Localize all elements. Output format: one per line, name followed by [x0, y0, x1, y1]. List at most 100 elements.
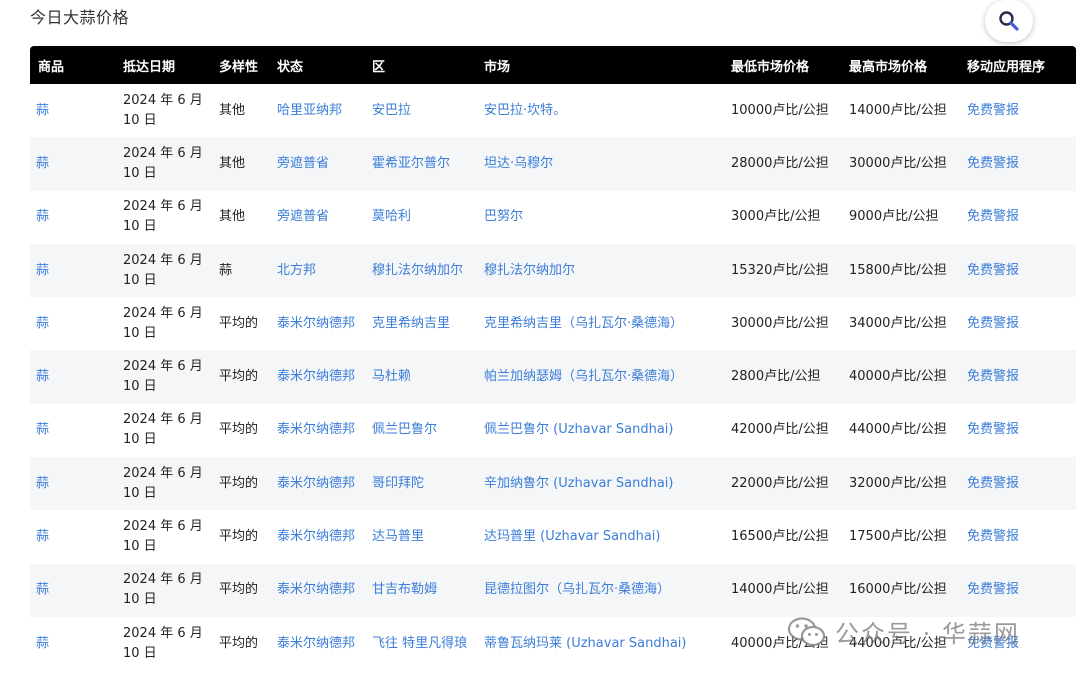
watermark: 公众号 · 华蒜网 [787, 614, 1020, 649]
cell-mobile-app[interactable]: 免费警报 [959, 243, 1076, 298]
cell-min-price: 15320卢比/公担 [723, 243, 841, 298]
cell-variety: 其他 [211, 190, 269, 244]
cell-max-price: 9000卢比/公担 [841, 190, 959, 244]
cell-state[interactable]: 旁遮普省 [269, 190, 364, 244]
cell-state[interactable]: 北方邦 [269, 243, 364, 298]
cell-market[interactable]: 坦达·乌穆尔 [476, 137, 723, 191]
cell-commodity[interactable]: 蒜 [30, 616, 115, 671]
cell-min-price: 22000卢比/公担 [723, 457, 841, 511]
cell-min-price: 2800卢比/公担 [723, 350, 841, 404]
cell-state[interactable]: 泰米尔纳德邦 [269, 297, 364, 351]
cell-market[interactable]: 达玛普里 (Uzhavar Sandhai) [476, 510, 723, 564]
header-max-price: 最高市场价格 [841, 46, 959, 84]
cell-market[interactable]: 昆德拉图尔（乌扎瓦尔·桑德海） [476, 563, 723, 617]
header-variety: 多样性 [211, 46, 269, 84]
cell-commodity[interactable]: 蒜 [30, 190, 115, 244]
cell-state[interactable]: 泰米尔纳德邦 [269, 457, 364, 511]
cell-arrival-date: 2024 年 6 月 10 日 [115, 563, 211, 617]
cell-min-price: 10000卢比/公担 [723, 84, 841, 138]
table-row: 蒜 2024 年 6 月 10 日 其他 旁遮普省 莫哈利 巴努尔 3000卢比/公担 9000… [30, 190, 1076, 244]
table-header-row: 商品 抵达日期 多样性 状态 区 市场 最低市场价格 最高市场价格 移动应用程序 [30, 46, 1076, 84]
cell-state[interactable]: 哈里亚纳邦 [269, 84, 364, 138]
cell-district[interactable]: 霍希亚尔普尔 [364, 137, 476, 191]
cell-mobile-app[interactable]: 免费警报 [959, 137, 1076, 191]
price-table: 商品 抵达日期 多样性 状态 区 市场 最低市场价格 最高市场价格 移动应用程序… [30, 46, 1076, 671]
table-row: 蒜 2024 年 6 月 10 日 平均的 泰米尔纳德邦 达马普里 达玛普里 (Uzhava… [30, 510, 1076, 564]
page-title: 今日大蒜价格 [30, 8, 130, 27]
table-row: 蒜 2024 年 6 月 10 日 平均的 泰米尔纳德邦 佩兰巴鲁尔 佩兰巴鲁尔 (Uzha… [30, 403, 1076, 458]
cell-mobile-app[interactable]: 免费警报 [959, 297, 1076, 351]
cell-market[interactable]: 穆扎法尔纳加尔 [476, 243, 723, 298]
cell-mobile-app[interactable]: 免费警报 [959, 350, 1076, 404]
cell-commodity[interactable]: 蒜 [30, 457, 115, 511]
cell-state[interactable]: 泰米尔纳德邦 [269, 616, 364, 671]
cell-commodity[interactable]: 蒜 [30, 563, 115, 617]
cell-arrival-date: 2024 年 6 月 10 日 [115, 84, 211, 138]
cell-district[interactable]: 安巴拉 [364, 84, 476, 138]
cell-district[interactable]: 哥印拜陀 [364, 457, 476, 511]
cell-district[interactable]: 达马普里 [364, 510, 476, 564]
cell-commodity[interactable]: 蒜 [30, 403, 115, 458]
cell-commodity[interactable]: 蒜 [30, 137, 115, 191]
cell-variety: 平均的 [211, 616, 269, 671]
arrival-date-line: 10 日 [123, 112, 157, 128]
cell-mobile-app[interactable]: 免费警报 [959, 403, 1076, 458]
cell-arrival-date: 2024 年 6 月 10 日 [115, 616, 211, 671]
cell-max-price: 44000卢比/公担 [841, 403, 959, 458]
cell-market[interactable]: 克里希纳吉里（乌扎瓦尔·桑德海） [476, 297, 723, 351]
cell-max-price: 32000卢比/公担 [841, 457, 959, 511]
arrival-date-line: 2024 年 6 月 [123, 625, 203, 641]
cell-mobile-app[interactable]: 免费警报 [959, 510, 1076, 564]
table-row: 蒜 2024 年 6 月 10 日 其他 旁遮普省 霍希亚尔普尔 坦达·乌穆尔 28000卢比… [30, 137, 1076, 191]
cell-district[interactable]: 马杜赖 [364, 350, 476, 404]
cell-commodity[interactable]: 蒜 [30, 84, 115, 138]
arrival-date-line: 2024 年 6 月 [123, 92, 203, 108]
header-commodity: 商品 [30, 46, 115, 84]
table-body: 蒜 2024 年 6 月 10 日其他 哈里亚纳邦 安巴拉 安巴拉·坎特。 10000卢比/… [30, 84, 1076, 671]
table-row: 蒜 2024 年 6 月 10 日 其他 哈里亚纳邦 安巴拉 安巴拉·坎特。 10000卢比/… [30, 84, 1076, 138]
cell-arrival-date: 2024 年 6 月 10 日 [115, 190, 211, 244]
cell-district[interactable]: 莫哈利 [364, 190, 476, 244]
table-row: 蒜 2024 年 6 月 10 日 平均的 泰米尔纳德邦 哥印拜陀 辛加纳鲁尔 (Uzhav… [30, 457, 1076, 511]
cell-state[interactable]: 泰米尔纳德邦 [269, 350, 364, 404]
table-row: 蒜 2024 年 6 月 10 日 平均的 泰米尔纳德邦 甘吉布勒姆 昆德拉图尔（乌扎瓦尔·… [30, 563, 1076, 617]
cell-min-price: 14000卢比/公担 [723, 563, 841, 617]
header-mobile-app: 移动应用程序 [959, 46, 1076, 84]
cell-variety: 平均的 [211, 350, 269, 404]
arrival-date-line: 10 日 [123, 645, 157, 661]
cell-market[interactable]: 帕兰加纳瑟姆（乌扎瓦尔·桑德海） [476, 350, 723, 404]
cell-market[interactable]: 安巴拉·坎特。 [476, 84, 723, 138]
cell-max-price: 34000卢比/公担 [841, 297, 959, 351]
arrival-date-line: 10 日 [123, 165, 157, 181]
cell-district[interactable]: 穆扎法尔纳加尔 [364, 243, 476, 298]
arrival-date-line: 2024 年 6 月 [123, 252, 203, 268]
cell-district[interactable]: 佩兰巴鲁尔 [364, 403, 476, 458]
arrival-date-line: 2024 年 6 月 [123, 572, 203, 588]
cell-mobile-app[interactable]: 免费警报 [959, 563, 1076, 617]
cell-commodity[interactable]: 蒜 [30, 297, 115, 351]
arrival-date-line: 2024 年 6 月 [123, 465, 203, 481]
cell-max-price: 17500卢比/公担 [841, 510, 959, 564]
cell-max-price: 40000卢比/公担 [841, 350, 959, 404]
cell-state[interactable]: 旁遮普省 [269, 137, 364, 191]
cell-market[interactable]: 蒂鲁瓦纳玛莱 (Uzhavar Sandhai) [476, 616, 723, 671]
cell-state[interactable]: 泰米尔纳德邦 [269, 510, 364, 564]
cell-district[interactable]: 甘吉布勒姆 [364, 563, 476, 617]
arrival-date-line: 2024 年 6 月 [123, 519, 203, 535]
cell-commodity[interactable]: 蒜 [30, 243, 115, 298]
cell-mobile-app[interactable]: 免费警报 [959, 84, 1076, 138]
cell-district[interactable]: 飞往 特里凡得琅 [364, 616, 476, 671]
cell-state[interactable]: 泰米尔纳德邦 [269, 403, 364, 458]
cell-market[interactable]: 佩兰巴鲁尔 (Uzhavar Sandhai) [476, 403, 723, 458]
cell-commodity[interactable]: 蒜 [30, 350, 115, 404]
cell-district[interactable]: 克里希纳吉里 [364, 297, 476, 351]
cell-market[interactable]: 巴努尔 [476, 190, 723, 244]
cell-commodity[interactable]: 蒜 [30, 510, 115, 564]
search-icon [999, 11, 1019, 31]
cell-mobile-app[interactable]: 免费警报 [959, 190, 1076, 244]
cell-market[interactable]: 辛加纳鲁尔 (Uzhavar Sandhai) [476, 457, 723, 511]
search-button[interactable] [985, 0, 1033, 42]
cell-variety: 其他 [211, 84, 269, 138]
cell-mobile-app[interactable]: 免费警报 [959, 457, 1076, 511]
cell-state[interactable]: 泰米尔纳德邦 [269, 563, 364, 617]
